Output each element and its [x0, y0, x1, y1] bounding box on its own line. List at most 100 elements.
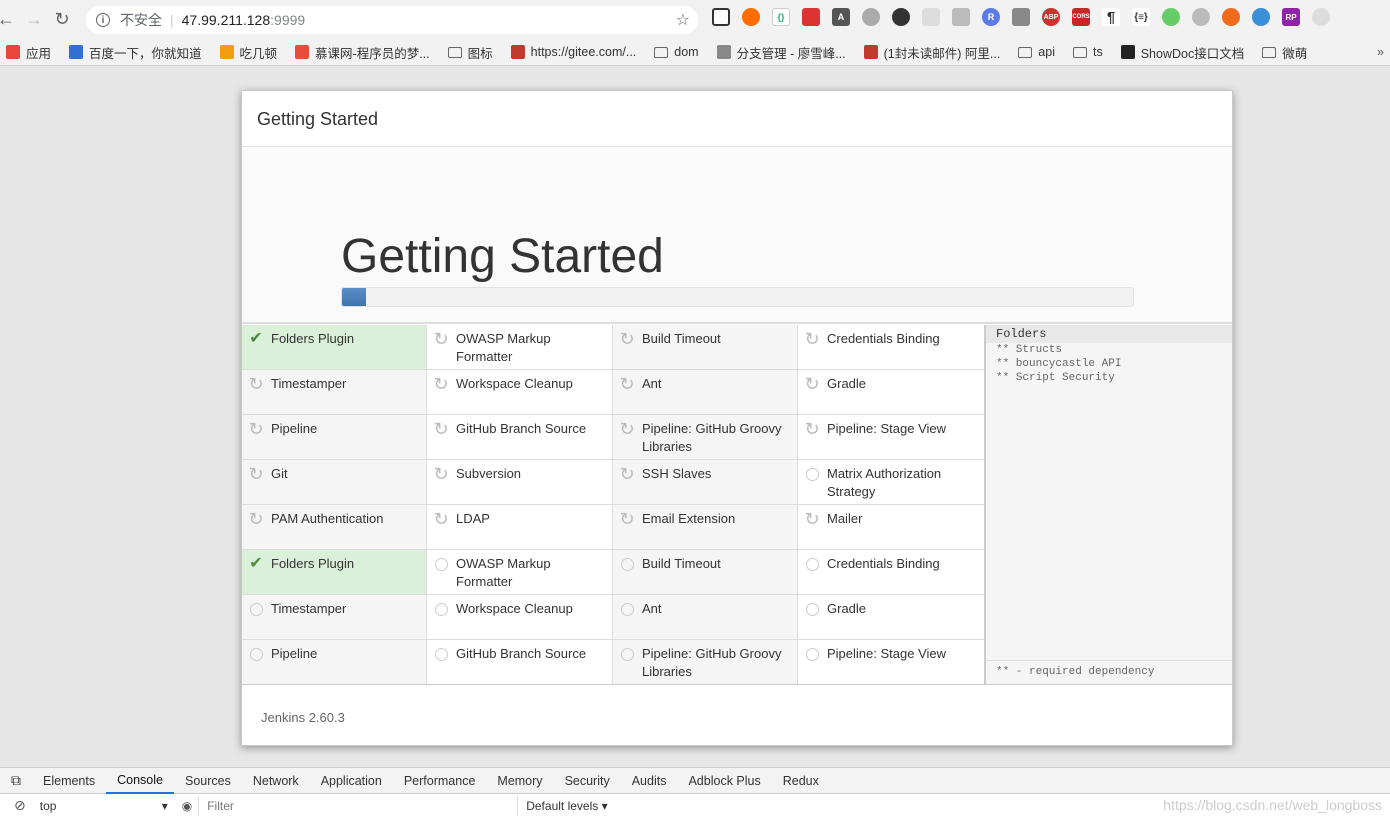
bookmark-item[interactable]: 分支管理 - 廖雪峰... — [716, 43, 846, 62]
extension-icon[interactable] — [922, 8, 940, 26]
extension-icon[interactable] — [862, 8, 880, 26]
extension-icon[interactable] — [1312, 8, 1330, 26]
plugin-name: Credentials Binding — [827, 331, 940, 346]
devtools-tab-performance[interactable]: Performance — [393, 768, 487, 794]
address-bar[interactable]: i 不安全 | 47.99.211.128 :9999 ☆ — [86, 6, 698, 34]
plugin-item: Matrix Authorization Strategy — [798, 460, 984, 505]
bookmark-item[interactable]: 慕课网-程序员的梦... — [295, 43, 430, 62]
plugin-name: Git — [271, 466, 288, 481]
security-label: 不安全 — [120, 12, 162, 28]
eye-icon[interactable]: ◉ — [182, 799, 192, 813]
pending-circle-icon — [621, 603, 634, 616]
plugin-name: Pipeline: Stage View — [827, 646, 947, 661]
context-select[interactable]: top ▾ — [34, 799, 174, 813]
extension-icon[interactable] — [742, 8, 760, 26]
qr-code-icon[interactable] — [712, 8, 730, 26]
devtools-tab-security[interactable]: Security — [554, 768, 621, 794]
folder-icon — [1072, 46, 1087, 58]
cors-icon[interactable]: CORS — [1072, 8, 1090, 26]
bookmark-label: 应用 — [26, 46, 52, 61]
dock-icon[interactable]: ⧉ — [0, 768, 32, 794]
extension-icon[interactable]: {} — [772, 8, 790, 26]
plugin-item: Gradle — [798, 595, 984, 640]
globe-icon[interactable] — [1252, 8, 1270, 26]
back-icon[interactable]: ← — [0, 6, 20, 34]
plugin-item: ✔ Folders Plugin — [242, 325, 427, 370]
bookmark-label: 吃几顿 — [239, 46, 278, 61]
bookmark-item[interactable]: dom — [654, 45, 699, 59]
clear-console-icon[interactable]: ⊘ — [14, 797, 26, 814]
hero-panel: Getting Started — [242, 147, 1232, 324]
bookmark-label: 百度一下，你就知道 — [89, 46, 202, 61]
plugin-item: ↻ SSH Slaves — [613, 460, 798, 505]
bookmark-item[interactable]: 应用 — [6, 43, 51, 62]
devtools-tab-elements[interactable]: Elements — [32, 768, 106, 794]
console-filter-input[interactable] — [198, 795, 519, 816]
pending-circle-icon — [806, 648, 819, 661]
devtools-tab-application[interactable]: Application — [310, 768, 393, 794]
pilcrow-icon[interactable]: ¶ — [1102, 8, 1120, 26]
folder-icon — [1262, 46, 1277, 58]
url-host: 47.99.211.128 — [181, 12, 271, 28]
spinner-icon: ↻ — [433, 509, 449, 529]
info-icon[interactable]: i — [96, 13, 110, 27]
extension-icon[interactable] — [1162, 8, 1180, 26]
folder-icon — [654, 46, 669, 58]
plugin-item: Credentials Binding — [798, 550, 984, 595]
pending-circle-icon — [250, 603, 263, 616]
spinner-icon: ↻ — [804, 374, 820, 394]
extension-icon[interactable]: RP — [1282, 8, 1300, 26]
bookmark-item[interactable]: 吃几顿 — [219, 43, 278, 62]
plugin-item: Workspace Cleanup — [427, 595, 613, 640]
bookmark-item[interactable]: 微萌 — [1262, 43, 1307, 62]
devtools-tab-console[interactable]: Console — [106, 768, 174, 794]
install-log: Folders ** Structs ** bouncycastle API ** … — [985, 325, 1232, 684]
extension-icon[interactable] — [892, 8, 910, 26]
spinner-icon: ↻ — [619, 464, 635, 484]
checkmark-icon: ✔ — [249, 555, 263, 572]
reload-icon[interactable]: ↻ — [48, 6, 76, 34]
bookmark-item[interactable]: 图标 — [447, 43, 493, 62]
bookmark-star-icon[interactable]: ☆ — [676, 10, 690, 30]
spinner-icon: ↻ — [804, 329, 820, 349]
devtools-tab-redux[interactable]: Redux — [772, 768, 830, 794]
extension-icon[interactable]: A — [832, 8, 850, 26]
bookmark-label: https://gitee.com/... — [530, 45, 637, 59]
bookmark-favicon-icon — [6, 45, 20, 59]
plugin-name: Pipeline — [271, 646, 318, 661]
plugin-name: LDAP — [456, 511, 490, 526]
devtools-tab-network[interactable]: Network — [242, 768, 310, 794]
json-icon[interactable]: {≡} — [1132, 8, 1150, 26]
bookmark-item[interactable]: api — [1018, 45, 1055, 59]
forward-icon[interactable]: → — [20, 6, 48, 34]
extension-icon[interactable] — [802, 8, 820, 26]
bookmark-item[interactable]: https://gitee.com/... — [510, 45, 637, 59]
extension-icon[interactable]: R — [982, 8, 1000, 26]
dropdown-arrow-icon: ▾ — [161, 798, 168, 813]
plugin-item: ↻ Build Timeout — [613, 325, 798, 370]
plugin-item: ↻ Email Extension — [613, 505, 798, 550]
plugin-item: Pipeline: Stage View — [798, 640, 984, 684]
plugin-item: ↻ Subversion — [427, 460, 613, 505]
plugin-name: Ant — [642, 376, 662, 391]
bookmark-item[interactable]: ShowDoc接口文档 — [1120, 43, 1244, 62]
pending-circle-icon — [621, 648, 634, 661]
devtools-tab-adblock-plus[interactable]: Adblock Plus — [677, 768, 771, 794]
spinner-icon: ↻ — [433, 374, 449, 394]
bookmark-item[interactable]: 百度一下，你就知道 — [69, 43, 202, 62]
devtools-tab-sources[interactable]: Sources — [174, 768, 242, 794]
bookmark-item[interactable]: (1封未读邮件) 阿里... — [863, 43, 1000, 62]
extension-icon[interactable] — [952, 8, 970, 26]
extension-icon[interactable] — [1192, 8, 1210, 26]
log-levels-select[interactable]: Default levels ▾ — [526, 799, 607, 813]
extension-icon[interactable] — [1012, 8, 1030, 26]
extension-icon[interactable] — [1222, 8, 1240, 26]
devtools-tab-memory[interactable]: Memory — [486, 768, 553, 794]
devtools-tab-audits[interactable]: Audits — [621, 768, 678, 794]
bookmark-label: 慕课网-程序员的梦... — [315, 46, 430, 61]
bookmark-label: 图标 — [467, 46, 493, 61]
adblock-icon[interactable]: ABP — [1042, 8, 1060, 26]
plugin-name: Pipeline: GitHub Groovy Libraries — [642, 646, 782, 679]
bookmark-item[interactable]: ts — [1072, 45, 1103, 59]
bookmarks-overflow[interactable]: » — [1377, 45, 1384, 59]
